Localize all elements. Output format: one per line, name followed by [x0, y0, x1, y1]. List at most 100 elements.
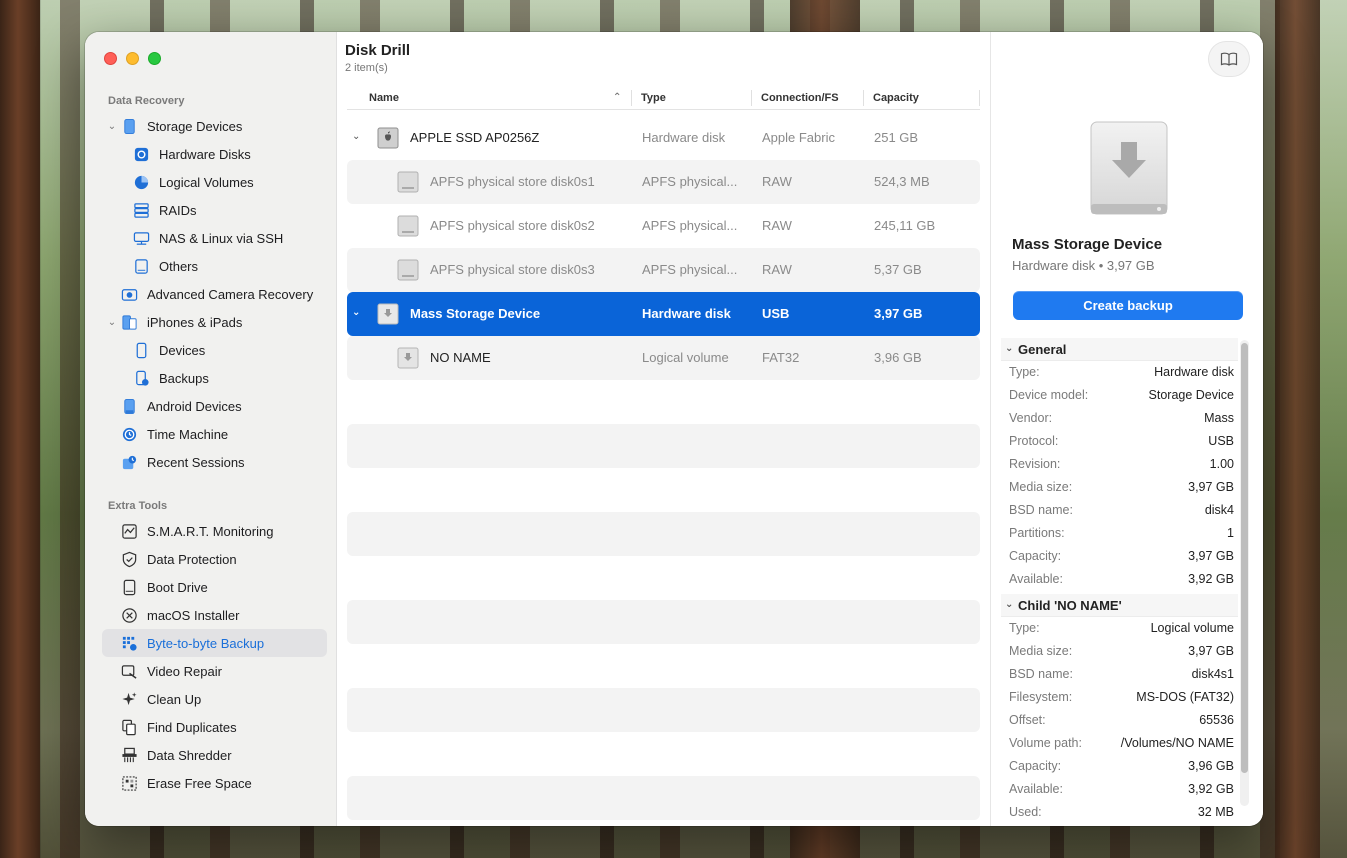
sidebar-item-nas[interactable]: NAS & Linux via SSH: [102, 224, 327, 252]
device-name: Mass Storage Device: [1012, 236, 1163, 253]
sidebar-item-clean-up[interactable]: Clean Up: [102, 685, 327, 713]
table-row[interactable]: ⌄ APPLE SSD AP0256Z Hardware disk Apple …: [347, 116, 980, 160]
row-name: APFS physical store disk0s3: [430, 262, 595, 277]
byte-backup-icon: [120, 634, 138, 652]
minimize-window-button[interactable]: [126, 52, 139, 65]
row-capacity: 251 GB: [874, 130, 919, 145]
column-header-capacity[interactable]: Capacity: [873, 92, 919, 104]
property-row: Type: Logical volume: [1009, 621, 1234, 635]
help-button[interactable]: [1209, 42, 1249, 76]
sidebar-item-smart-monitoring[interactable]: S.M.A.R.T. Monitoring: [102, 517, 327, 545]
table-row[interactable]: APFS physical store disk0s2 APFS physica…: [347, 204, 980, 248]
backup-icon: [132, 369, 150, 387]
row-connection: Apple Fabric: [762, 130, 835, 145]
sidebar-item-storage-devices[interactable]: ⌄ Storage Devices: [102, 112, 327, 140]
sidebar-item-raids[interactable]: RAIDs: [102, 196, 327, 224]
sidebar-item-hardware-disks[interactable]: Hardware Disks: [102, 140, 327, 168]
chevron-down-icon[interactable]: ⌄: [104, 317, 120, 328]
row-name: NO NAME: [430, 350, 491, 365]
row-type: Hardware disk: [642, 130, 726, 145]
row-connection: FAT32: [762, 350, 800, 365]
sidebar-item-find-duplicates[interactable]: Find Duplicates: [102, 713, 327, 741]
scrollbar-thumb[interactable]: [1241, 343, 1248, 773]
book-icon: [1220, 52, 1238, 66]
hardware-disk-icon: [132, 145, 150, 163]
property-row: Capacity: 3,96 GB: [1009, 759, 1234, 773]
storage-icon: [120, 117, 138, 135]
android-icon: [120, 397, 138, 415]
empty-row: [347, 424, 980, 468]
column-header-type[interactable]: Type: [641, 92, 666, 104]
recent-sessions-icon: [120, 453, 138, 471]
group-general[interactable]: ⌄ General: [1001, 338, 1238, 361]
details-scrollbar[interactable]: [1240, 340, 1249, 806]
sidebar-item-data-shredder[interactable]: Data Shredder: [102, 741, 327, 769]
sidebar-item-iphones-ipads[interactable]: ⌄ iPhones & iPads: [102, 308, 327, 336]
table-row[interactable]: APFS physical store disk0s3 APFS physica…: [347, 248, 980, 292]
sidebar-item-devices[interactable]: Devices: [102, 336, 327, 364]
empty-row: [347, 512, 980, 556]
property-row: Used: 32 MB: [1009, 805, 1234, 819]
smart-icon: [120, 522, 138, 540]
chevron-down-icon[interactable]: ⌄: [1005, 599, 1013, 610]
device-subtitle: Hardware disk • 3,97 GB: [1012, 258, 1155, 273]
create-backup-button[interactable]: Create backup: [1013, 291, 1243, 320]
sidebar-item-boot-drive[interactable]: Boot Drive: [102, 573, 327, 601]
chevron-down-icon[interactable]: ⌄: [352, 131, 360, 142]
group-title: General: [1018, 342, 1067, 357]
sidebar: Data Recovery ⌄ Storage Devices Hardware…: [85, 32, 337, 826]
sidebar-item-others[interactable]: Others: [102, 252, 327, 280]
chevron-down-icon[interactable]: ⌄: [352, 307, 360, 318]
main-content: Disk Drill 2 item(s) Name ⌃ Type Connect…: [337, 32, 990, 826]
partition-icon: [397, 215, 419, 237]
close-window-button[interactable]: [104, 52, 117, 65]
row-connection: RAW: [762, 262, 792, 277]
page-title: Disk Drill: [345, 42, 411, 59]
video-repair-icon: [120, 662, 138, 680]
sidebar-item-backups[interactable]: Backups: [102, 364, 327, 392]
sort-ascending-icon[interactable]: ⌃: [613, 92, 621, 103]
sidebar-item-logical-volumes[interactable]: Logical Volumes: [102, 168, 327, 196]
pie-chart-icon: [132, 173, 150, 191]
nas-icon: [132, 229, 150, 247]
table-row-selected[interactable]: ⌄ Mass Storage Device Hardware disk USB …: [347, 292, 980, 336]
details-panel: Mass Storage Device Hardware disk • 3,97…: [990, 32, 1263, 826]
raid-icon: [132, 201, 150, 219]
device-icon: [132, 341, 150, 359]
sidebar-item-video-repair[interactable]: Video Repair: [102, 657, 327, 685]
sidebar-item-erase-free-space[interactable]: Erase Free Space: [102, 769, 327, 797]
property-row: Filesystem: MS-DOS (FAT32): [1009, 690, 1234, 704]
zoom-window-button[interactable]: [148, 52, 161, 65]
external-drive-icon: [1090, 121, 1168, 215]
property-row: Revision: 1.00: [1009, 457, 1234, 471]
properties-list: ⌄ General Type: Hardware disk Device mode…: [1001, 338, 1238, 826]
row-name: Mass Storage Device: [410, 306, 541, 321]
sidebar-item-time-machine[interactable]: Time Machine: [102, 420, 327, 448]
property-row: BSD name: disk4: [1009, 503, 1234, 517]
item-count: 2 item(s): [345, 62, 388, 74]
property-row: Offset: 65536: [1009, 713, 1234, 727]
table-row[interactable]: APFS physical store disk0s1 APFS physica…: [347, 160, 980, 204]
sidebar-item-recent-sessions[interactable]: Recent Sessions: [102, 448, 327, 476]
column-header-name[interactable]: Name: [369, 92, 399, 104]
internal-disk-icon: [377, 127, 399, 149]
sidebar-item-macos-installer[interactable]: macOS Installer: [102, 601, 327, 629]
sidebar-item-label: RAIDs: [159, 202, 197, 218]
app-window: Data Recovery ⌄ Storage Devices Hardware…: [85, 32, 1263, 826]
chevron-down-icon[interactable]: ⌄: [1005, 343, 1013, 354]
sidebar-item-android[interactable]: Android Devices: [102, 392, 327, 420]
row-name: APFS physical store disk0s1: [430, 174, 595, 189]
property-row: Volume path:/Volumes/NO NAME: [1009, 736, 1234, 750]
row-type: APFS physical...: [642, 262, 738, 277]
chevron-down-icon[interactable]: ⌄: [104, 121, 120, 132]
group-child[interactable]: ⌄ Child 'NO NAME': [1001, 594, 1238, 617]
property-row: Protocol: USB: [1009, 434, 1234, 448]
sidebar-item-camera-recovery[interactable]: Advanced Camera Recovery: [102, 280, 327, 308]
sidebar-item-label: Devices: [159, 342, 206, 358]
table-row[interactable]: NO NAME Logical volume FAT32 3,96 GB: [347, 336, 980, 380]
sidebar-item-byte-backup[interactable]: Byte-to-byte Backup: [102, 629, 327, 657]
sidebar-item-data-protection[interactable]: Data Protection: [102, 545, 327, 573]
row-type: APFS physical...: [642, 174, 738, 189]
sidebar-item-label: Advanced Camera Recovery: [147, 286, 314, 302]
column-header-connection[interactable]: Connection/FS: [761, 92, 839, 104]
